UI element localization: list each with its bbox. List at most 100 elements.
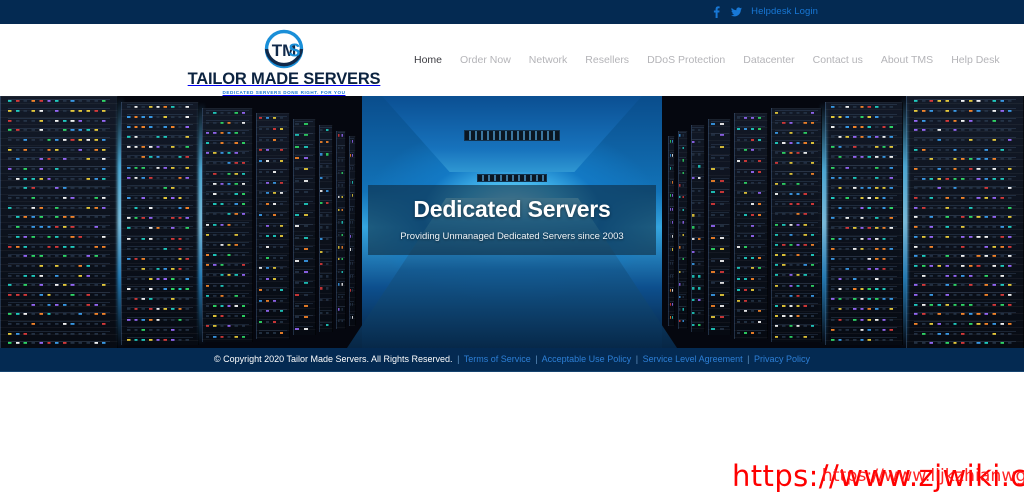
rack-unit [775, 293, 818, 298]
rack-unit [127, 276, 194, 281]
rack-unit [295, 201, 313, 207]
rack-unit [679, 281, 686, 287]
rack-unit [206, 191, 249, 196]
server-rack [771, 108, 822, 342]
rack-unit [831, 135, 898, 140]
rack-unit [259, 298, 287, 304]
rack-unit [914, 137, 1016, 142]
rack-unit [127, 155, 194, 160]
rack-unit [775, 242, 818, 247]
rack-unit [711, 315, 729, 321]
twitter-icon[interactable] [731, 6, 742, 19]
rack-unit [692, 249, 703, 255]
rack-unit [914, 147, 1016, 152]
rack-unit [259, 116, 287, 122]
top-utility-bar-inner: Helpdesk Login [711, 6, 818, 19]
footer-link-privacy-policy[interactable]: Privacy Policy [754, 354, 810, 364]
rack-unit [737, 255, 765, 261]
rack-unit [711, 292, 729, 298]
rack-unit [8, 331, 110, 336]
rack-unit [775, 283, 818, 288]
rack-unit [320, 237, 331, 243]
rack-unit [670, 206, 674, 213]
footer-link-terms-of-service[interactable]: Terms of Service [464, 354, 531, 364]
rack-unit [8, 205, 110, 210]
rack-unit [775, 201, 818, 206]
rack-unit [259, 244, 287, 250]
nav-item-home[interactable]: Home [405, 55, 451, 66]
rack-unit [679, 195, 686, 201]
rack-unit [831, 165, 898, 170]
site-logo[interactable]: TM S TAILOR MADE SERVERS DEDICATED SERVE… [196, 28, 372, 96]
rack-unit [8, 292, 110, 297]
nav-item-datacenter[interactable]: Datacenter [734, 55, 803, 66]
rack-unit [679, 182, 686, 188]
rack-unit [711, 326, 729, 332]
nav-item-network[interactable]: Network [520, 55, 577, 66]
rack-unit [679, 207, 686, 213]
rack-unit [679, 219, 686, 225]
rack-unit [670, 246, 674, 253]
rack-unit [206, 120, 249, 125]
rack-unit [320, 200, 331, 206]
rack-unit [670, 192, 674, 199]
hero-banner: Dedicated Servers Providing Unmanaged De… [0, 96, 1024, 348]
rack-unit [831, 226, 898, 231]
footer-link-service-level-agreement[interactable]: Service Level Agreement [643, 354, 743, 364]
rack-led-panel [203, 108, 252, 342]
rack-unit [350, 192, 354, 199]
rack-unit [259, 276, 287, 282]
rack-unit [775, 110, 818, 115]
rack-unit [127, 135, 194, 140]
rack-unit [350, 314, 354, 321]
helpdesk-login-link[interactable]: Helpdesk Login [751, 7, 818, 17]
site-footer: © Copyright 2020 Tailor Made Servers. Al… [0, 348, 1024, 372]
rack-unit [295, 269, 313, 275]
rack-unit [679, 170, 686, 176]
facebook-icon[interactable] [711, 6, 722, 19]
footer-link-acceptable-use-policy[interactable]: Acceptable Use Policy [542, 354, 632, 364]
rack-unit [350, 274, 354, 281]
rack-unit [670, 314, 674, 321]
rack-unit [775, 140, 818, 145]
nav-item-help-desk[interactable]: Help Desk [942, 55, 1008, 66]
rack-led-panel [337, 131, 345, 330]
rack-unit [338, 319, 345, 325]
rack-unit [320, 273, 331, 279]
nav-item-resellers[interactable]: Resellers [576, 55, 638, 66]
rack-unit [914, 341, 1016, 346]
rack-unit [914, 166, 1016, 171]
rack-led-panel [294, 119, 314, 335]
rack-unit [259, 287, 287, 293]
rack-unit [670, 219, 674, 226]
nav-item-contact-us[interactable]: Contact us [804, 55, 872, 66]
nav-item-order-now[interactable]: Order Now [451, 55, 520, 66]
rack-unit [338, 269, 345, 275]
rack-unit [692, 224, 703, 230]
rack-unit [670, 260, 674, 267]
rack-unit [295, 315, 313, 321]
rack-unit [914, 186, 1016, 191]
rack-led-panel [735, 113, 767, 338]
rack-unit [127, 327, 194, 332]
rack-unit [8, 157, 110, 162]
rack-unit [737, 148, 765, 154]
rack-unit [127, 297, 194, 302]
rack-unit [914, 215, 1016, 220]
rack-unit [679, 319, 686, 325]
nav-item-about-tms[interactable]: About TMS [872, 55, 942, 66]
rack-unit [127, 216, 194, 221]
rack-led-panel [669, 136, 673, 326]
rack-unit [127, 246, 194, 251]
rack-unit [350, 233, 354, 240]
rack-unit [831, 114, 898, 119]
rack-unit [775, 324, 818, 329]
rack-unit [295, 224, 313, 230]
server-rack [906, 96, 1024, 348]
rack-unit [711, 224, 729, 230]
rack-unit [295, 133, 313, 139]
rack-unit [692, 273, 703, 279]
rack-unit [8, 283, 110, 288]
nav-item-ddos-protection[interactable]: DDoS Protection [638, 55, 734, 66]
rack-unit [737, 223, 765, 229]
